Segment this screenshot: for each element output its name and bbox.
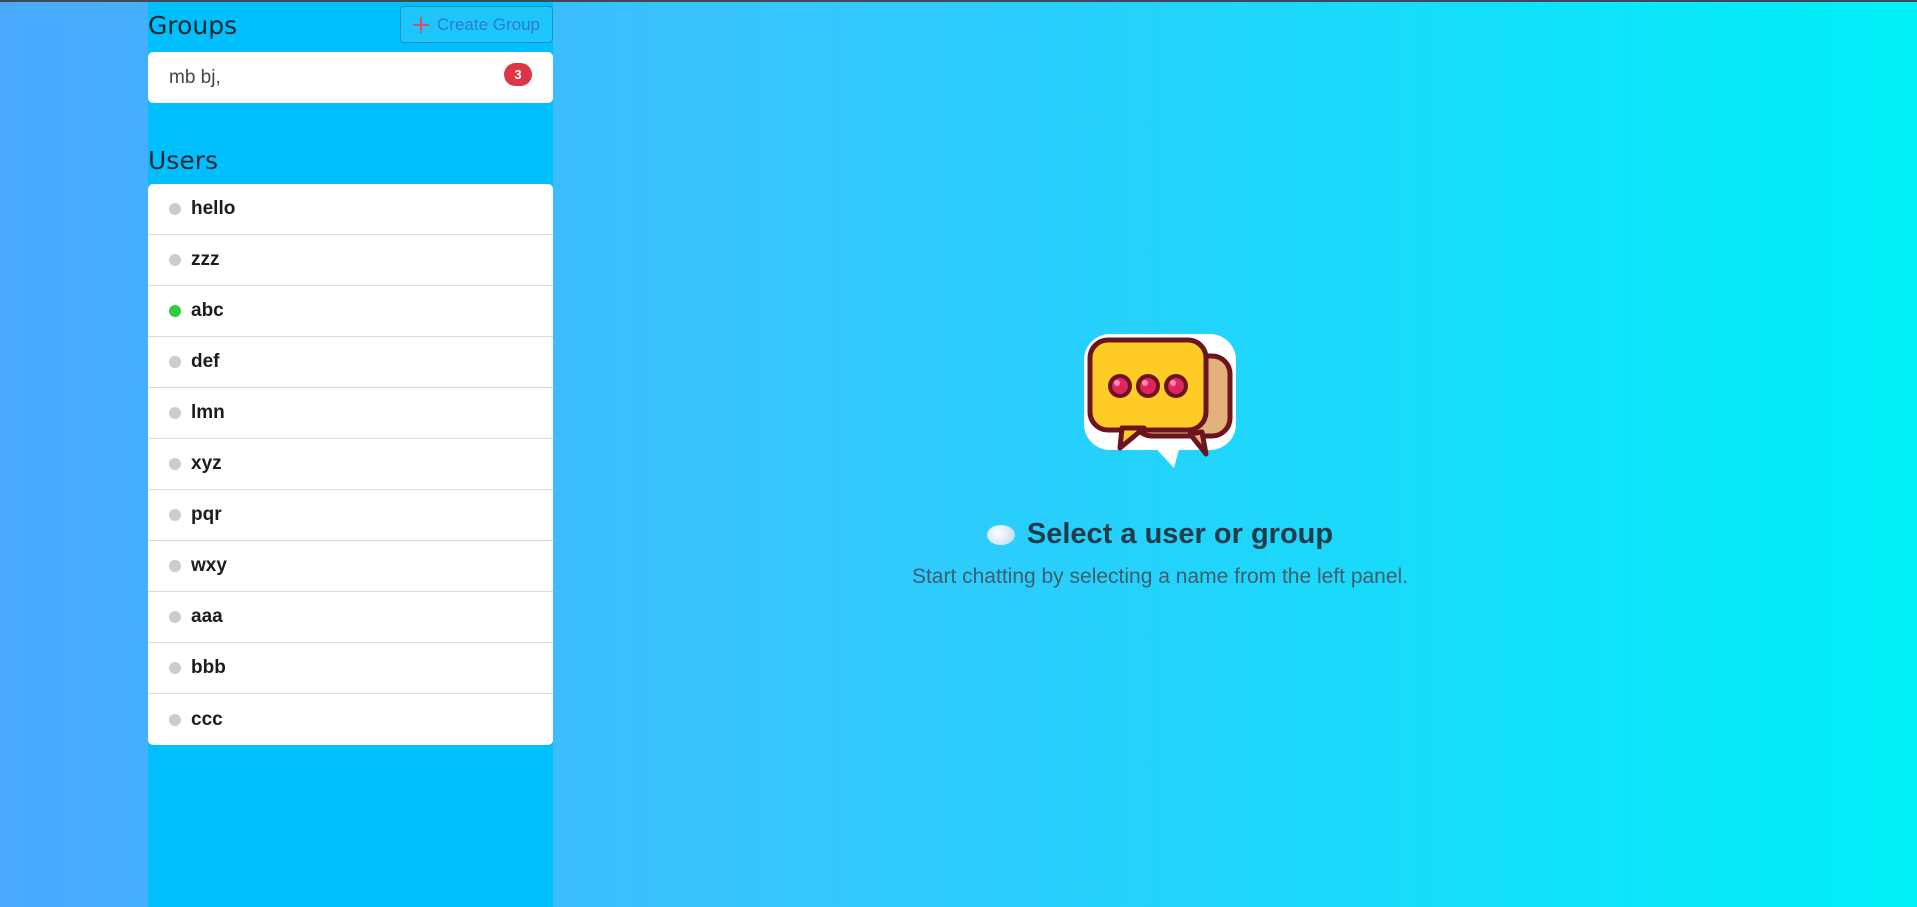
users-title: Users: [148, 146, 219, 175]
user-name: bbb: [191, 657, 226, 678]
user-item[interactable]: bbb: [148, 643, 553, 694]
status-dot-icon: [169, 713, 181, 726]
user-item[interactable]: hello: [148, 184, 553, 235]
user-item[interactable]: aaa: [148, 592, 553, 643]
status-dot-icon: [169, 509, 181, 521]
user-list: hello zzz abc def lmn xyz pqr wxy aaa bb…: [148, 184, 553, 745]
user-name: pqr: [191, 504, 222, 525]
status-dot-icon: [169, 560, 181, 572]
user-name: xyz: [191, 453, 222, 474]
empty-title: Select a user or group: [1026, 518, 1334, 550]
sidebar: Groups Create Group mb bj, 3 Users hello…: [148, 2, 553, 907]
user-item[interactable]: xyz: [148, 439, 553, 490]
user-item[interactable]: lmn: [148, 388, 553, 439]
status-dot-icon: [169, 458, 181, 470]
status-dot-icon: [169, 305, 181, 317]
status-dot-icon: [169, 356, 181, 368]
user-name: aaa: [191, 606, 223, 627]
user-name: def: [191, 351, 220, 372]
user-item[interactable]: ccc: [148, 694, 553, 745]
user-item[interactable]: abc: [148, 286, 553, 337]
speech-bubble-icon: [986, 524, 1015, 545]
user-item[interactable]: zzz: [148, 235, 553, 286]
status-dot-icon: [169, 662, 181, 674]
plus-icon: [413, 16, 429, 33]
user-name: wxy: [191, 555, 227, 576]
create-group-button[interactable]: Create Group: [400, 6, 553, 43]
user-item[interactable]: wxy: [148, 541, 553, 592]
group-name: mb bj,: [169, 66, 221, 88]
empty-state: Select a user or group Start chatting by…: [860, 330, 1460, 589]
status-dot-icon: [169, 611, 181, 623]
create-group-label: Create Group: [437, 14, 540, 34]
status-dot-icon: [169, 254, 181, 266]
unread-badge: 3: [504, 63, 532, 86]
user-item[interactable]: pqr: [148, 490, 553, 541]
user-name: hello: [191, 198, 236, 219]
user-name: abc: [191, 300, 224, 321]
group-item[interactable]: mb bj, 3: [148, 52, 553, 103]
user-name: ccc: [191, 708, 223, 730]
user-item[interactable]: def: [148, 337, 553, 388]
empty-subtitle: Start chatting by selecting a name from …: [911, 565, 1409, 588]
status-dot-icon: [169, 203, 181, 215]
user-name: lmn: [191, 402, 225, 423]
empty-title-row: Select a user or group: [860, 518, 1460, 551]
groups-header: Groups Create Group: [148, 4, 553, 43]
chat-bubbles-icon: [1084, 334, 1236, 468]
status-dot-icon: [169, 407, 181, 419]
groups-title: Groups: [148, 11, 238, 40]
user-name: zzz: [191, 249, 220, 270]
